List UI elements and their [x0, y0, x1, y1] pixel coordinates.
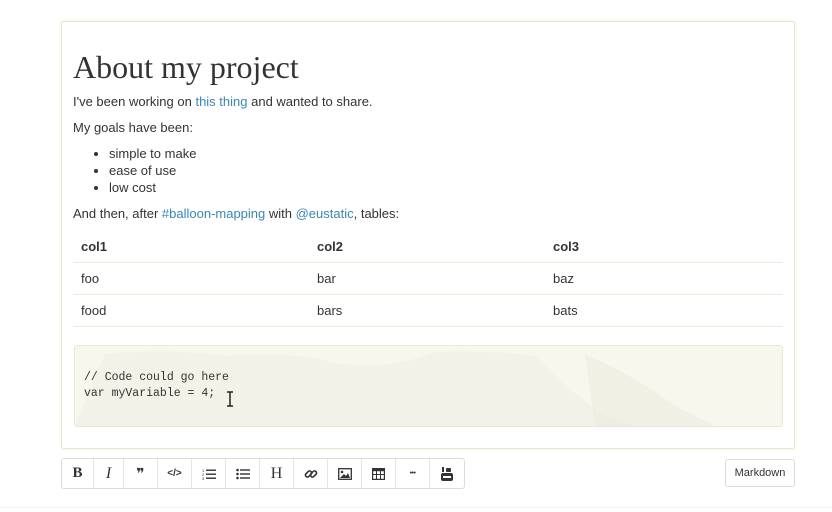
- text-cursor-icon: [227, 391, 233, 407]
- goals-list: simple to make ease of use low cost: [73, 145, 196, 196]
- table-button[interactable]: [362, 459, 396, 488]
- intro-text-before: I've been working on: [73, 94, 196, 109]
- list-item: low cost: [109, 179, 196, 196]
- intro-link[interactable]: this thing: [195, 94, 247, 109]
- more-icon: •••: [409, 470, 416, 477]
- heading-button[interactable]: H: [260, 459, 294, 488]
- table-cell: bars: [309, 294, 545, 327]
- outro-paragraph: And then, after #balloon-mapping with @e…: [73, 206, 399, 222]
- table-cell: foo: [73, 262, 309, 295]
- outro-text-before: And then, after: [73, 206, 162, 221]
- link-button[interactable]: [294, 459, 328, 488]
- list-item: ease of use: [109, 162, 196, 179]
- table-cell: food: [73, 294, 309, 327]
- formatting-toolbar: B I ❞ </> 1 2 3 H •••: [61, 458, 465, 489]
- content-table: col1 col2 col3 foo bar baz food bars bat…: [73, 230, 783, 327]
- rich-text-editor[interactable]: About my project I've been working on th…: [61, 21, 795, 449]
- table-cell: baz: [545, 262, 783, 295]
- image-icon: [337, 467, 352, 480]
- bold-icon: B: [72, 465, 83, 481]
- intro-text-after: and wanted to share.: [247, 94, 373, 109]
- youtube-icon: [441, 466, 453, 481]
- outro-text-after: , tables:: [353, 206, 400, 221]
- code-content: // Code could go here var myVariable = 4…: [84, 370, 229, 402]
- italic-icon: I: [105, 464, 112, 482]
- table-header-cell: col1: [73, 230, 309, 263]
- mention-link[interactable]: @eustatic: [296, 206, 354, 221]
- image-button[interactable]: [328, 459, 362, 488]
- markdown-toggle-button[interactable]: Markdown: [725, 459, 795, 487]
- table-cell: bar: [309, 262, 545, 295]
- bold-button[interactable]: B: [62, 459, 94, 488]
- code-line: // Code could go here: [84, 371, 229, 384]
- youtube-button[interactable]: [430, 459, 464, 488]
- table-header-row: col1 col2 col3: [73, 230, 783, 263]
- more-button[interactable]: •••: [396, 459, 430, 488]
- code-button[interactable]: </>: [158, 459, 192, 488]
- code-block[interactable]: // Code could go here var myVariable = 4…: [74, 345, 783, 427]
- unordered-list-icon: [235, 468, 250, 479]
- divider: [0, 507, 832, 508]
- table-header-cell: col2: [309, 230, 545, 263]
- hashtag-link[interactable]: #balloon-mapping: [162, 206, 265, 221]
- table-cell: bats: [545, 294, 783, 327]
- goals-heading: My goals have been:: [73, 120, 193, 135]
- italic-button[interactable]: I: [94, 459, 124, 488]
- list-item: simple to make: [109, 145, 196, 162]
- quote-button[interactable]: ❞: [124, 459, 158, 488]
- table-header-cell: col3: [545, 230, 783, 263]
- outro-text-middle: with: [265, 206, 296, 221]
- table-icon: [372, 467, 385, 480]
- unordered-list-button[interactable]: [226, 459, 260, 488]
- table-row: food bars bats: [73, 294, 783, 327]
- heading-icon: H: [270, 464, 283, 482]
- link-icon: [304, 469, 317, 478]
- table-row: foo bar baz: [73, 262, 783, 295]
- code-line: var myVariable = 4;: [84, 387, 216, 400]
- intro-paragraph: I've been working on this thing and want…: [73, 94, 373, 110]
- ordered-list-icon: 1 2 3: [202, 468, 216, 480]
- svg-text:3: 3: [202, 476, 205, 480]
- quote-icon: ❞: [136, 465, 145, 481]
- ordered-list-button[interactable]: 1 2 3: [192, 459, 226, 488]
- code-icon: </>: [167, 468, 182, 479]
- document-title: About my project: [73, 49, 299, 85]
